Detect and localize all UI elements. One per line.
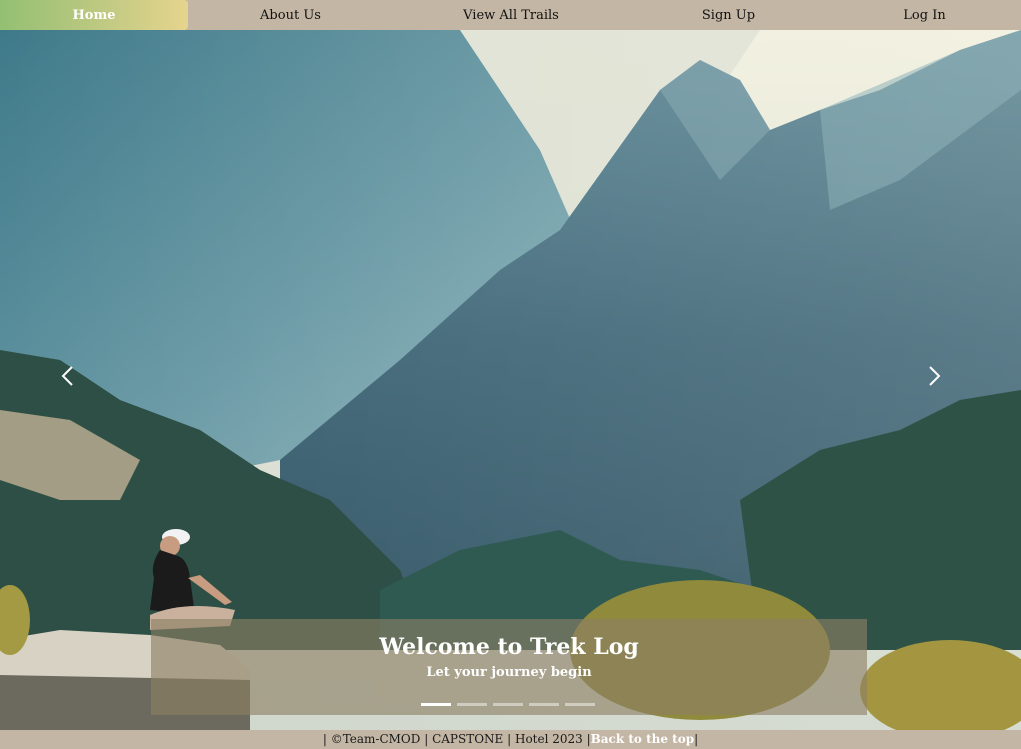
nav-login-link[interactable]: Log In bbox=[828, 0, 1021, 30]
carousel-caption: Welcome to Trek Log Let your journey beg… bbox=[151, 619, 867, 715]
top-navbar: Home About Us View All Trails Sign Up Lo… bbox=[0, 0, 1021, 30]
carousel-indicator-4[interactable] bbox=[529, 703, 559, 706]
nav-signup-link[interactable]: Sign Up bbox=[629, 0, 828, 30]
footer-copyright: | ©Team-CMOD | CAPSTONE | Hotel 2023 | bbox=[322, 732, 591, 746]
carousel-subtitle: Let your journey begin bbox=[426, 665, 592, 680]
page-footer: | ©Team-CMOD | CAPSTONE | Hotel 2023 |Ba… bbox=[0, 730, 1021, 749]
nav-home-link[interactable]: Home bbox=[0, 0, 188, 30]
carousel-indicator-3[interactable] bbox=[493, 703, 523, 706]
nav-view-trails-link[interactable]: View All Trails bbox=[393, 0, 629, 30]
carousel-indicator-1[interactable] bbox=[421, 703, 451, 706]
nav-about-link[interactable]: About Us bbox=[188, 0, 393, 30]
carousel-indicator-5[interactable] bbox=[565, 703, 595, 706]
carousel-prev-button[interactable] bbox=[60, 365, 90, 395]
carousel-title: Welcome to Trek Log bbox=[379, 634, 639, 660]
carousel-indicator-2[interactable] bbox=[457, 703, 487, 706]
carousel-indicators bbox=[421, 703, 597, 707]
footer-end-separator: | bbox=[694, 732, 699, 746]
back-to-top-link[interactable]: Back to the top bbox=[591, 732, 694, 746]
chevron-left-icon bbox=[61, 366, 73, 386]
chevron-right-icon bbox=[929, 366, 941, 386]
carousel-next-button[interactable] bbox=[928, 365, 958, 395]
hero-carousel: Welcome to Trek Log Let your journey beg… bbox=[0, 30, 1021, 730]
